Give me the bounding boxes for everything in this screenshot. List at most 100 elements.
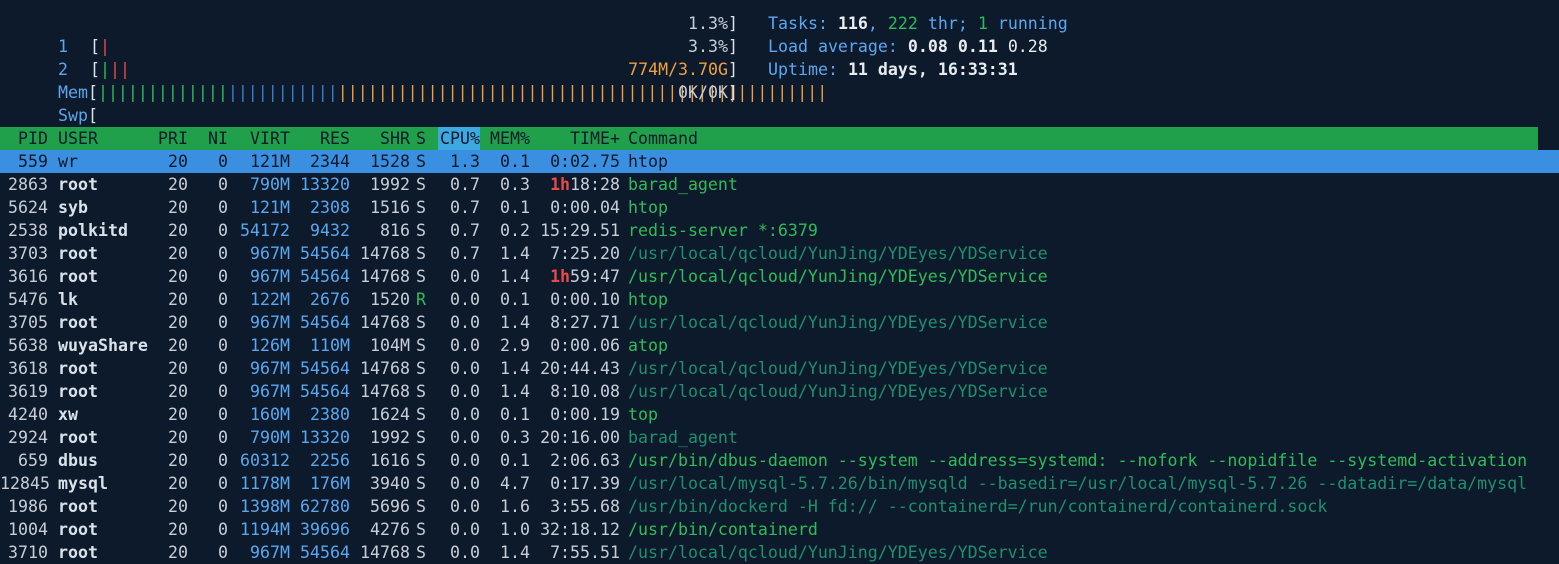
cell-virt: 1398M — [240, 497, 290, 516]
process-row[interactable]: 5624 syb 20 0 121M 2308 1516 S 0.7 0.1 0:00.04 htop — [0, 196, 1559, 219]
load-line: Load average: 0.08 0.11 0.28 — [768, 35, 1068, 58]
cell-pri: 20 — [168, 221, 188, 240]
cell-pri: 20 — [168, 313, 188, 332]
cell-pid: 1986 — [8, 497, 48, 516]
cell-res: 54564 — [300, 382, 350, 401]
tasks-line: Tasks: 116, 222 thr; 1 running — [768, 14, 1068, 33]
cell-time: 0:17.39 — [550, 474, 620, 493]
cell-pid: 559 — [18, 152, 48, 171]
cell-user: root — [58, 497, 98, 516]
col-state[interactable]: S — [416, 127, 430, 150]
process-row[interactable]: 2924 root 20 0 790M 13320 1992 S 0.0 0.3 20:16.00 b… — [0, 426, 1559, 449]
cell-cmd: atop — [628, 336, 668, 355]
cell-time: 0:00.10 — [550, 290, 620, 309]
cell-res: 54564 — [300, 267, 350, 286]
cell-time: 1h59:47 — [536, 265, 620, 288]
cell-user: root — [58, 520, 98, 539]
process-row[interactable]: 3703 root 20 0 967M 54564 14768 S 0.7 1.4 7:25.20 /… — [0, 242, 1559, 265]
process-row[interactable]: 2538 polkitd 20 0 54172 9432 816 S 0.7 0.2 15:29.5… — [0, 219, 1559, 242]
col-mem[interactable]: MEM% — [488, 127, 530, 150]
cell-ni: 0 — [218, 359, 228, 378]
col-command[interactable]: Command — [628, 127, 1538, 150]
cell-ni: 0 — [218, 382, 228, 401]
process-row[interactable]: 559 wr 20 0 121M 2344 1528 S 1.3 0.1 0:02.75 htop — [0, 150, 1559, 173]
col-virt[interactable]: VIRT — [236, 127, 290, 150]
cell-ni: 0 — [218, 451, 228, 470]
cell-res: 9432 — [310, 221, 350, 240]
col-res[interactable]: RES — [296, 127, 350, 150]
cell-ni: 0 — [218, 405, 228, 424]
cell-res: 2308 — [310, 198, 350, 217]
time-hours: 1h — [550, 175, 571, 194]
cell-virt: 60312 — [240, 451, 290, 470]
cell-user: dbus — [58, 451, 98, 470]
col-shr[interactable]: SHR — [354, 127, 410, 150]
process-row[interactable]: 1986 root 20 0 1398M 62780 5696 S 0.0 1.6 3:55.68 /… — [0, 495, 1559, 518]
cell-virt: 126M — [250, 336, 290, 355]
cell-user: root — [58, 428, 98, 447]
cell-shr: 104M — [370, 336, 410, 355]
cpu2-meter: 2 [||| 3.3%] — [57, 37, 738, 79]
cell-cpu: 0.0 — [450, 336, 480, 355]
cell-virt: 790M — [250, 175, 290, 194]
col-pri[interactable]: PRI — [150, 127, 188, 150]
process-row[interactable]: 3616 root 20 0 967M 54564 14768 S 0.0 1.4 1h59:47 /… — [0, 265, 1559, 288]
threads-count: 222 — [887, 14, 918, 33]
process-row[interactable]: 12845 mysql 20 0 1178M 176M 3940 S 0.0 4.7 0:17.39… — [0, 472, 1559, 495]
cell-time: 1h18:28 — [536, 173, 620, 196]
cpu1-value: 1.3% — [688, 14, 728, 33]
cell-pri: 20 — [168, 451, 188, 470]
cell-cpu: 0.0 — [450, 267, 480, 286]
cell-pid: 2538 — [8, 221, 48, 240]
process-row[interactable]: 2863 root 20 0 790M 13320 1992 S 0.7 0.3 1h18:28 ba… — [0, 173, 1559, 196]
col-time[interactable]: TIME+ — [536, 127, 620, 150]
cell-res: 54564 — [300, 244, 350, 263]
cell-pri: 20 — [168, 497, 188, 516]
cell-time: 3:55.68 — [550, 497, 620, 516]
col-pid[interactable]: PID — [0, 127, 48, 150]
load-label: Load average: — [768, 37, 908, 56]
cell-pid: 3703 — [8, 244, 48, 263]
cell-ni: 0 — [218, 175, 228, 194]
col-user[interactable]: USER — [58, 127, 156, 150]
cell-mem: 2.9 — [500, 336, 530, 355]
cell-cmd: /usr/local/qcloud/YunJing/YDEyes/YDServi… — [628, 359, 1048, 378]
cell-s: S — [416, 244, 426, 263]
cell-mem: 1.4 — [500, 244, 530, 263]
col-cpu[interactable]: CPU% — [438, 127, 480, 150]
cell-shr: 1992 — [370, 175, 410, 194]
process-row[interactable]: 3618 root 20 0 967M 54564 14768 S 0.0 1.4 20:44.43… — [0, 357, 1559, 380]
cell-time: 8:27.71 — [550, 313, 620, 332]
cell-virt: 967M — [250, 267, 290, 286]
cell-shr: 14768 — [360, 244, 410, 263]
cell-time: 7:25.20 — [550, 244, 620, 263]
cell-shr: 1516 — [370, 198, 410, 217]
col-ni[interactable]: NI — [196, 127, 228, 150]
cell-cmd: /usr/bin/dockerd -H fd:// --containerd=/… — [628, 497, 1328, 516]
cell-pri: 20 — [168, 520, 188, 539]
cell-virt: 967M — [250, 359, 290, 378]
cell-ni: 0 — [218, 244, 228, 263]
process-row[interactable]: 659 dbus 20 0 60312 2256 1616 S 0.0 0.1 2:06.63/us… — [0, 449, 1559, 472]
cell-s: S — [416, 198, 426, 217]
cell-virt: 790M — [250, 428, 290, 447]
cell-mem: 0.1 — [500, 290, 530, 309]
cell-user: wuyaShare — [58, 336, 148, 355]
process-row[interactable]: 1004 root 20 0 1194M 39696 4276 S 0.0 1.0 32:18.12… — [0, 518, 1559, 541]
process-row[interactable]: 5638 wuyaShare 20 0 126M 110M 104M S 0.0 2.9 0:00.… — [0, 334, 1559, 357]
cpu1-meter: 1 [| 1.3%] — [57, 14, 738, 56]
cell-res: 2256 — [310, 451, 350, 470]
process-row[interactable]: 5476 lk 20 0 122M 2676 1520 R 0.0 0.1 0:00.10 htop — [0, 288, 1559, 311]
cell-user: root — [58, 382, 98, 401]
cell-shr: 3940 — [370, 474, 410, 493]
process-row[interactable]: 3705 root 20 0 967M 54564 14768 S 0.0 1.4 8:27.71 /… — [0, 311, 1559, 334]
cell-virt: 967M — [250, 382, 290, 401]
cell-mem: 0.2 — [500, 221, 530, 240]
cell-shr: 5696 — [370, 497, 410, 516]
process-row[interactable]: 4240 xw 20 0 160M 2380 1624 S 0.0 0.1 0:00.19 top — [0, 403, 1559, 426]
cell-cpu: 0.7 — [450, 221, 480, 240]
cell-pri: 20 — [168, 152, 188, 171]
load1: 0.08 — [907, 37, 948, 56]
process-row[interactable]: 3619 root 20 0 967M 54564 14768 S 0.0 1.4 8:10.08 /… — [0, 380, 1559, 403]
cell-user: wr — [58, 152, 78, 171]
